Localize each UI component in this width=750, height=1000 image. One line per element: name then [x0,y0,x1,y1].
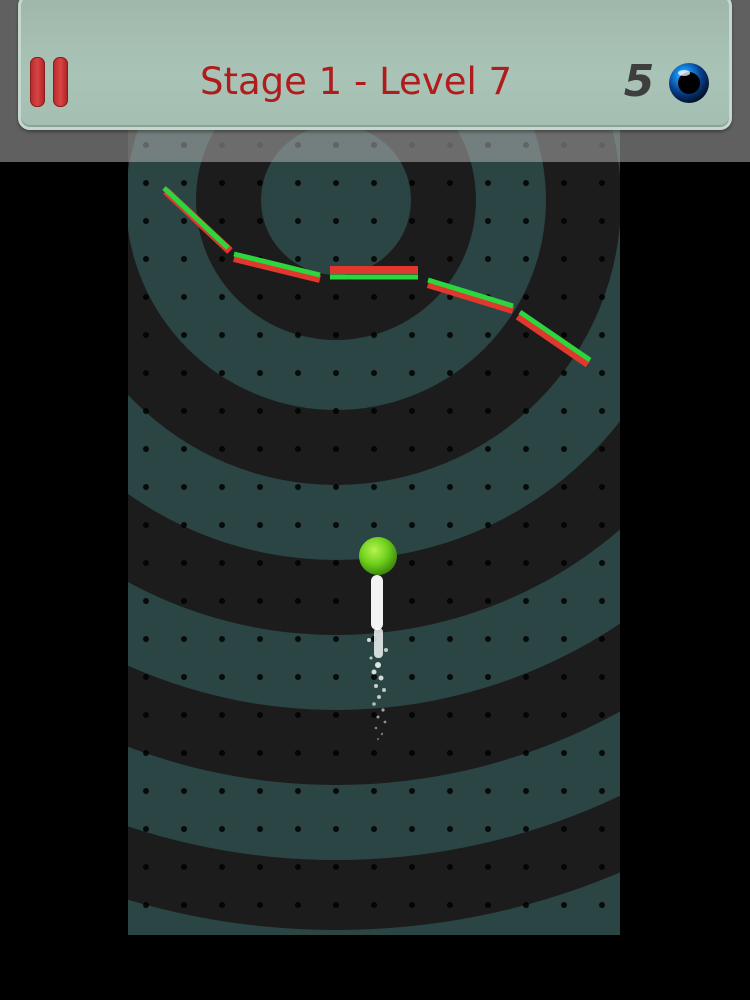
blue-ball-icon [669,63,709,103]
game-screen: Stage 1 - Level 7 5 [0,0,750,1000]
level-title: Stage 1 - Level 7 [200,60,513,103]
green-ball [359,537,397,575]
platform-segment-3 [330,266,418,280]
lives-count: 5 [623,56,655,107]
pause-button[interactable] [28,57,72,109]
